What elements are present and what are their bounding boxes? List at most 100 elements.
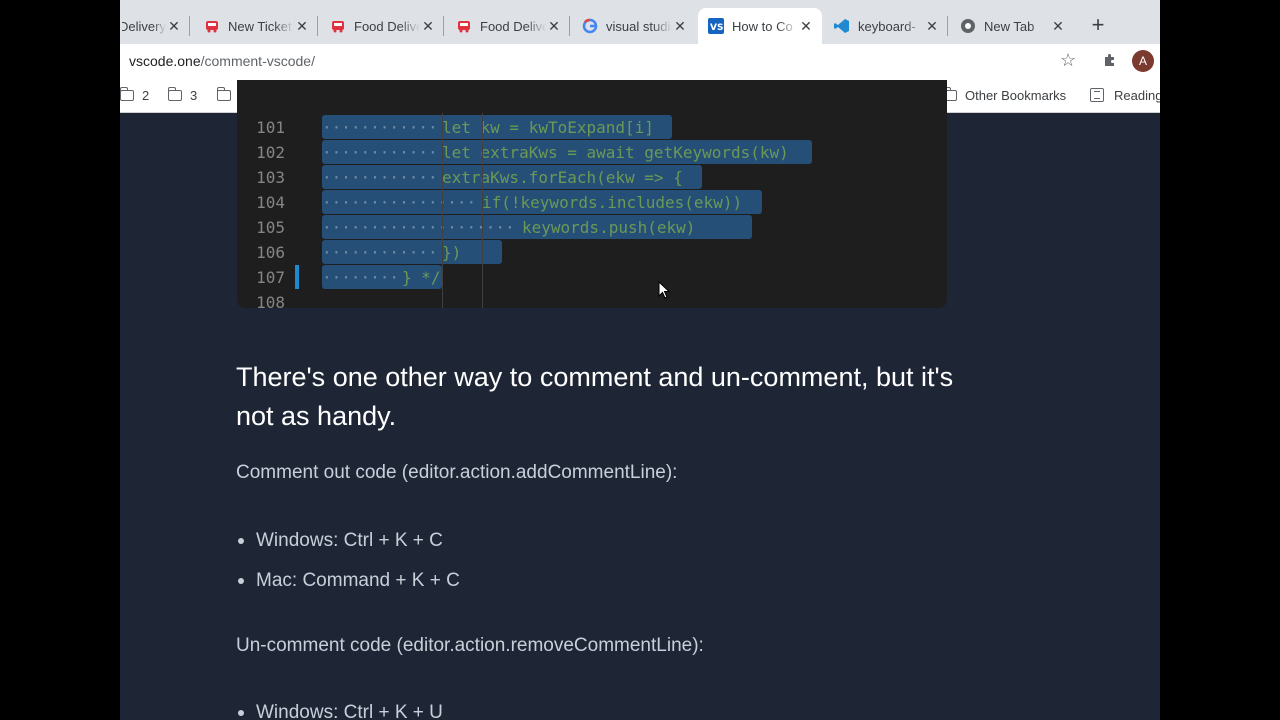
tab-4[interactable]: visual studio ✕ xyxy=(572,8,696,44)
tab-title: Food Delivery xyxy=(354,18,420,34)
folder-icon xyxy=(120,86,134,101)
mouse-pointer-icon xyxy=(658,280,671,304)
code-text: let kw = kwToExpand[i] xyxy=(442,118,654,137)
list-item-text: Mac: Command + K + C xyxy=(256,570,460,591)
tab-separator xyxy=(443,16,444,36)
tab-title: Food Delivery xyxy=(480,18,546,34)
bullet xyxy=(238,538,244,544)
code-text: } */ xyxy=(402,268,441,287)
tab-0[interactable]: Food Delivery✕ xyxy=(120,8,190,44)
indent-guide xyxy=(482,113,483,308)
browser-window: Food Delivery✕New Ticket✕Food Delivery✕F… xyxy=(120,0,1160,720)
tab-3[interactable]: Food Delivery✕ xyxy=(446,8,570,44)
line-number: 102 xyxy=(256,143,285,162)
tab-title: New Tab xyxy=(984,18,1035,34)
extensions-puzzle-icon[interactable] xyxy=(1102,52,1118,68)
bus-icon xyxy=(204,18,220,34)
toolbar: vscode.one/comment-vscode/ ☆ A xyxy=(120,44,1160,78)
list-item-text: Windows: Ctrl + K + U xyxy=(256,702,443,720)
line-number: 108 xyxy=(256,293,285,308)
whitespace-dots: ················ xyxy=(322,193,477,212)
bullet xyxy=(238,578,244,584)
chrome-icon xyxy=(960,18,976,34)
code-line: 101 ············ let kw = kwToExpand[i] xyxy=(237,115,947,140)
code-text: keywords.push(ekw) xyxy=(522,218,696,237)
close-icon[interactable]: ✕ xyxy=(798,18,814,35)
code-line: 108 xyxy=(237,290,947,308)
code-text: }) xyxy=(442,243,462,262)
profile-avatar[interactable]: A xyxy=(1132,50,1154,72)
reading-list-button[interactable]: Reading xyxy=(1090,86,1160,104)
tab-1[interactable]: New Ticket ✕ xyxy=(194,8,318,44)
tab-title: New Ticket xyxy=(228,18,292,34)
tab-separator xyxy=(569,16,570,36)
indent-guide xyxy=(442,113,443,308)
line-number: 104 xyxy=(256,193,285,212)
code-snippet: 101 ············ let kw = kwToExpand[i] 102… xyxy=(237,80,947,308)
list-item-text: Windows: Ctrl + K + C xyxy=(256,530,443,551)
section-heading: There's one other way to comment and un-… xyxy=(236,362,954,431)
close-icon[interactable]: ✕ xyxy=(420,18,436,35)
code-text: extraKws.forEach(ekw => { xyxy=(442,168,683,187)
close-icon[interactable]: ✕ xyxy=(546,18,562,35)
line-number: 105 xyxy=(256,218,285,237)
whitespace-dots: ············ xyxy=(322,118,438,137)
address-bar[interactable]: vscode.one/comment-vscode/ xyxy=(129,53,315,69)
whitespace-dots: ···················· xyxy=(322,218,515,237)
bookmark-label: Other Bookmarks xyxy=(965,87,1067,103)
tab-strip: Food Delivery✕New Ticket✕Food Delivery✕F… xyxy=(120,0,1160,44)
folder-icon xyxy=(216,86,231,101)
whitespace-dots: ············ xyxy=(322,243,438,262)
vscode-icon xyxy=(834,18,850,34)
whitespace-dots: ············ xyxy=(322,168,438,187)
code-line: 102 ············ let extraKws = await getK… xyxy=(237,140,947,165)
code-line: 107 ········} */ xyxy=(237,265,947,290)
tab-title: Food Delivery xyxy=(122,18,166,34)
bookmark-label: 3 xyxy=(190,87,198,103)
vs-icon: VS xyxy=(708,18,724,34)
close-icon[interactable]: ✕ xyxy=(166,18,182,35)
bookmark-folder[interactable]: 3 xyxy=(167,86,198,104)
tab-5[interactable]: VS How to Co ✕ xyxy=(698,8,822,44)
close-icon[interactable]: ✕ xyxy=(294,18,310,35)
tab-separator xyxy=(317,16,318,36)
bus-icon xyxy=(456,18,472,34)
bookmark-other[interactable]: Other Bookmarks xyxy=(942,86,1067,104)
line-number: 106 xyxy=(256,243,285,262)
list-item: Windows: Ctrl + K + C xyxy=(238,530,443,552)
modified-line-marker xyxy=(295,265,299,289)
tab-title: How to Co xyxy=(732,18,793,34)
uncomment-intro: Un-comment code (editor.action.removeCom… xyxy=(236,635,704,656)
reading-list-label: Reading xyxy=(1114,87,1160,103)
code-line: 104 ················ if(!keywords.includes… xyxy=(237,190,947,215)
bullet xyxy=(238,710,244,716)
bookmark-star-icon[interactable]: ☆ xyxy=(1060,50,1076,71)
bookmark-label: 2 xyxy=(142,87,150,103)
line-number: 107 xyxy=(256,268,285,287)
tab-separator xyxy=(189,16,190,36)
close-icon[interactable]: ✕ xyxy=(672,18,688,35)
google-icon xyxy=(582,18,598,34)
svg-text:VS: VS xyxy=(710,23,723,33)
tab-7[interactable]: New Tab ✕ xyxy=(950,8,1074,44)
code-line: 106 ············}) xyxy=(237,240,947,265)
bus-icon xyxy=(330,18,346,34)
whitespace-dots: ············ xyxy=(322,143,438,162)
tab-separator xyxy=(947,16,948,36)
tab-title: visual studio xyxy=(606,18,672,34)
code-text: if(!keywords.includes(ekw)) xyxy=(482,193,743,212)
tab-2[interactable]: Food Delivery✕ xyxy=(320,8,444,44)
code-text: let extraKws = await getKeywords(kw) xyxy=(442,143,789,162)
line-number: 101 xyxy=(256,118,285,137)
url-host: vscode.one xyxy=(129,53,201,69)
whitespace-dots: ········ xyxy=(322,268,400,287)
comment-intro: Comment out code (editor.action.addComme… xyxy=(236,462,678,483)
close-icon[interactable]: ✕ xyxy=(924,18,940,35)
bookmark-folder[interactable]: 2 xyxy=(120,86,149,104)
code-line: 103 ············ extraKws.forEach(ekw => { xyxy=(237,165,947,190)
new-tab-button[interactable]: + xyxy=(1086,13,1110,37)
list-item: Mac: Command + K + C xyxy=(238,570,460,592)
tab-6[interactable]: keyboard- ✕ xyxy=(824,8,948,44)
close-icon[interactable]: ✕ xyxy=(1050,18,1066,35)
tab-title: keyboard- xyxy=(858,18,916,34)
